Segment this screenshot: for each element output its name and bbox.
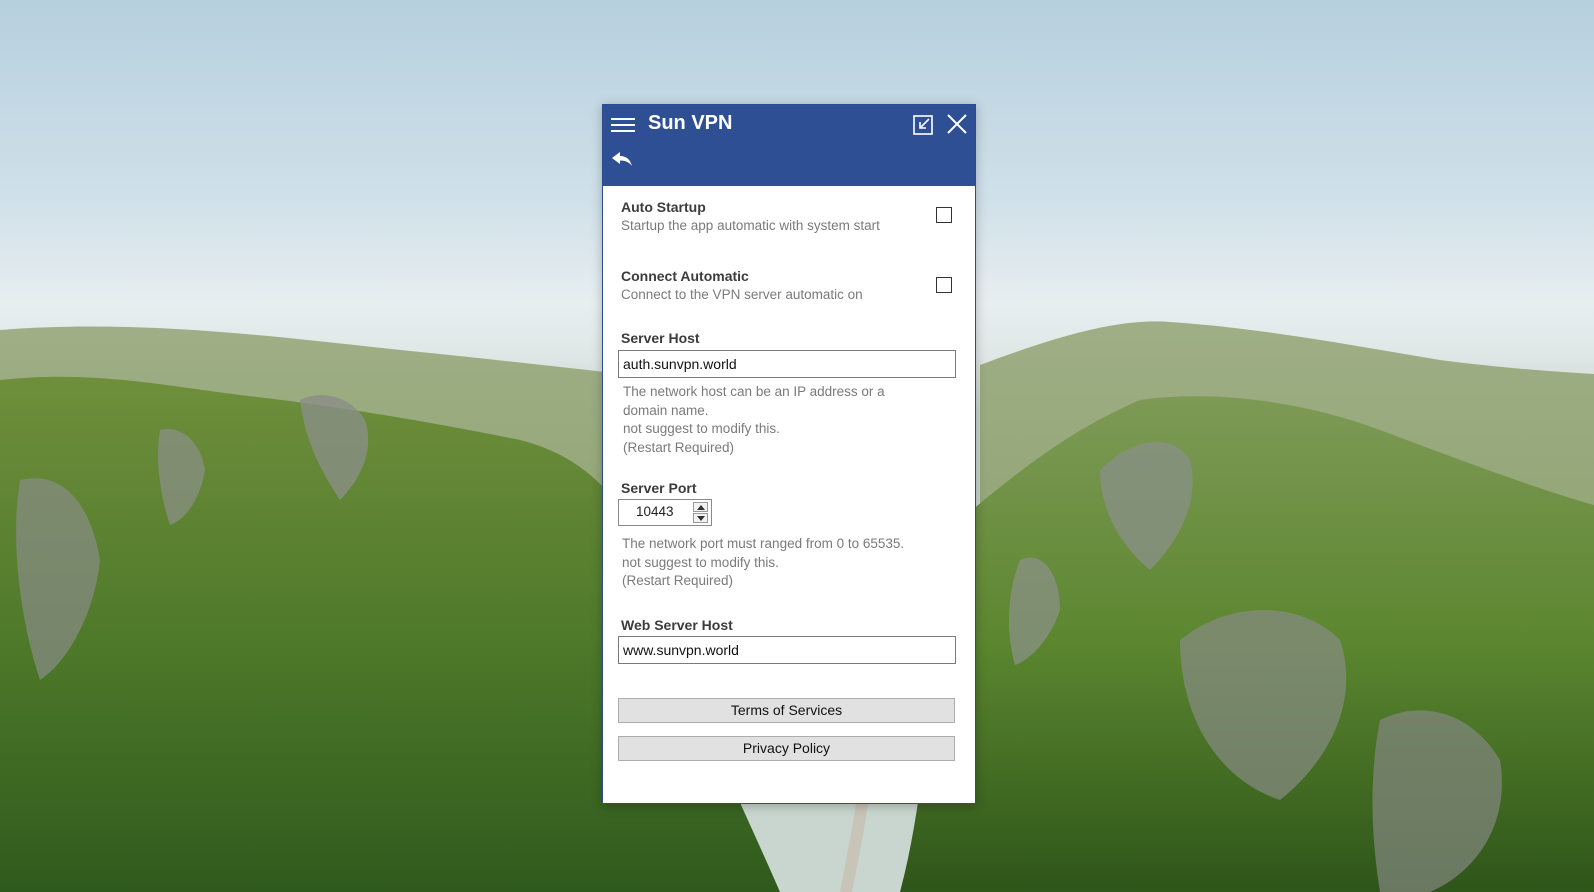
helper-line: domain name.	[623, 402, 709, 418]
connect-automatic-checkbox[interactable]	[936, 277, 952, 293]
triangle-up-icon	[697, 505, 705, 510]
stepper-up-button[interactable]	[693, 502, 708, 512]
helper-line: (Restart Required)	[623, 439, 735, 455]
connect-automatic-description: Connect to the VPN server automatic on	[621, 287, 863, 302]
server-port-helper: The network port must ranged from 0 to 6…	[622, 535, 922, 591]
server-host-helper: The network host can be an IP address or…	[623, 383, 923, 457]
app-title: Sun VPN	[648, 112, 733, 134]
close-icon[interactable]	[946, 113, 968, 135]
title-bar: Sun VPN	[603, 105, 975, 186]
server-port-stepper[interactable]: 10443	[618, 499, 712, 526]
helper-line: The network host can be an IP address or…	[623, 384, 885, 399]
hamburger-menu-icon[interactable]	[611, 115, 635, 135]
web-server-host-input[interactable]: www.sunvpn.world	[618, 636, 956, 664]
privacy-policy-button[interactable]: Privacy Policy	[618, 736, 955, 761]
terms-of-services-button[interactable]: Terms of Services	[618, 698, 955, 723]
auto-startup-description: Startup the app automatic with system st…	[621, 218, 880, 233]
triangle-down-icon	[697, 516, 705, 521]
app-window: Sun VPN Auto Startup Startup the app aut…	[602, 104, 976, 804]
back-arrow-icon[interactable]	[611, 151, 633, 169]
auto-startup-checkbox[interactable]	[936, 207, 952, 223]
auto-startup-title: Auto Startup	[621, 199, 706, 215]
web-server-host-label: Web Server Host	[621, 617, 733, 633]
stepper-down-button[interactable]	[693, 513, 708, 523]
helper-line: not suggest to modify this.	[622, 554, 779, 570]
server-host-label: Server Host	[621, 330, 700, 346]
helper-line: The network port must ranged from 0 to 6…	[622, 536, 905, 551]
restore-down-icon[interactable]	[912, 114, 934, 136]
server-port-label: Server Port	[621, 480, 697, 496]
helper-line: not suggest to modify this.	[623, 421, 780, 436]
connect-automatic-title: Connect Automatic	[621, 268, 749, 284]
helper-line: (Restart Required)	[622, 573, 734, 588]
server-host-input[interactable]: auth.sunvpn.world	[618, 350, 956, 378]
server-port-value: 10443	[636, 504, 674, 519]
